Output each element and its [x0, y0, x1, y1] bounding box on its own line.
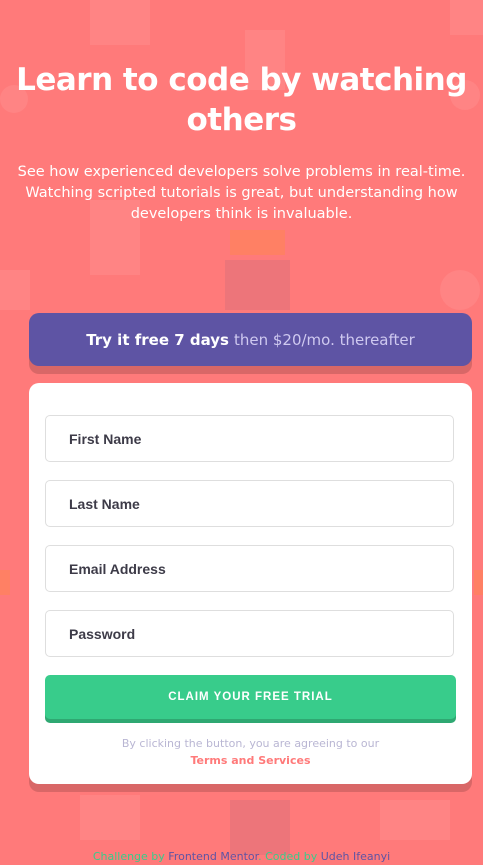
last-name-field[interactable] [45, 480, 454, 527]
first-name-field[interactable] [45, 415, 454, 462]
terms-text: By clicking the button, you are agreeing… [121, 737, 380, 750]
bg-decoration [230, 230, 285, 255]
signup-form: CLAIM YOUR FREE TRIAL By clicking the bu… [29, 383, 472, 784]
bg-decoration [0, 570, 10, 595]
hero-section: Learn to code by watching others See how… [0, 60, 483, 225]
trial-banner: Try it free 7 days then $20/mo. thereaft… [29, 313, 472, 366]
bg-decoration [380, 800, 450, 840]
footer-coded-text: . Coded by [258, 850, 318, 863]
terms-notice: By clicking the button, you are agreeing… [29, 735, 472, 769]
email-field[interactable] [45, 545, 454, 592]
claim-free-trial-button[interactable]: CLAIM YOUR FREE TRIAL [45, 675, 456, 719]
password-field[interactable] [45, 610, 454, 657]
bg-decoration [230, 800, 290, 855]
bg-decoration [80, 795, 140, 840]
trial-banner-price: then $20/mo. thereafter [233, 330, 415, 349]
password-input[interactable] [69, 625, 430, 642]
bg-decoration [450, 0, 483, 35]
bg-decoration [90, 0, 150, 45]
trial-banner-bold: Try it free 7 days [86, 330, 229, 349]
author-link[interactable]: Udeh Ifeanyi [321, 850, 390, 863]
frontend-mentor-link[interactable]: Frontend Mentor [168, 850, 258, 863]
bg-decoration [474, 570, 483, 595]
terms-link[interactable]: Terms and Services [29, 752, 472, 769]
email-input[interactable] [69, 560, 430, 577]
hero-description: See how experienced developers solve pro… [17, 164, 466, 222]
bg-decoration [0, 270, 30, 310]
footer-challenge-text: Challenge by [92, 850, 165, 863]
bg-decoration [225, 260, 290, 310]
attribution-footer: Challenge by Frontend Mentor. Coded by U… [0, 850, 483, 863]
first-name-input[interactable] [69, 430, 430, 447]
bg-decoration [440, 270, 480, 310]
last-name-input[interactable] [69, 495, 430, 512]
page-title: Learn to code by watching others [16, 62, 467, 138]
